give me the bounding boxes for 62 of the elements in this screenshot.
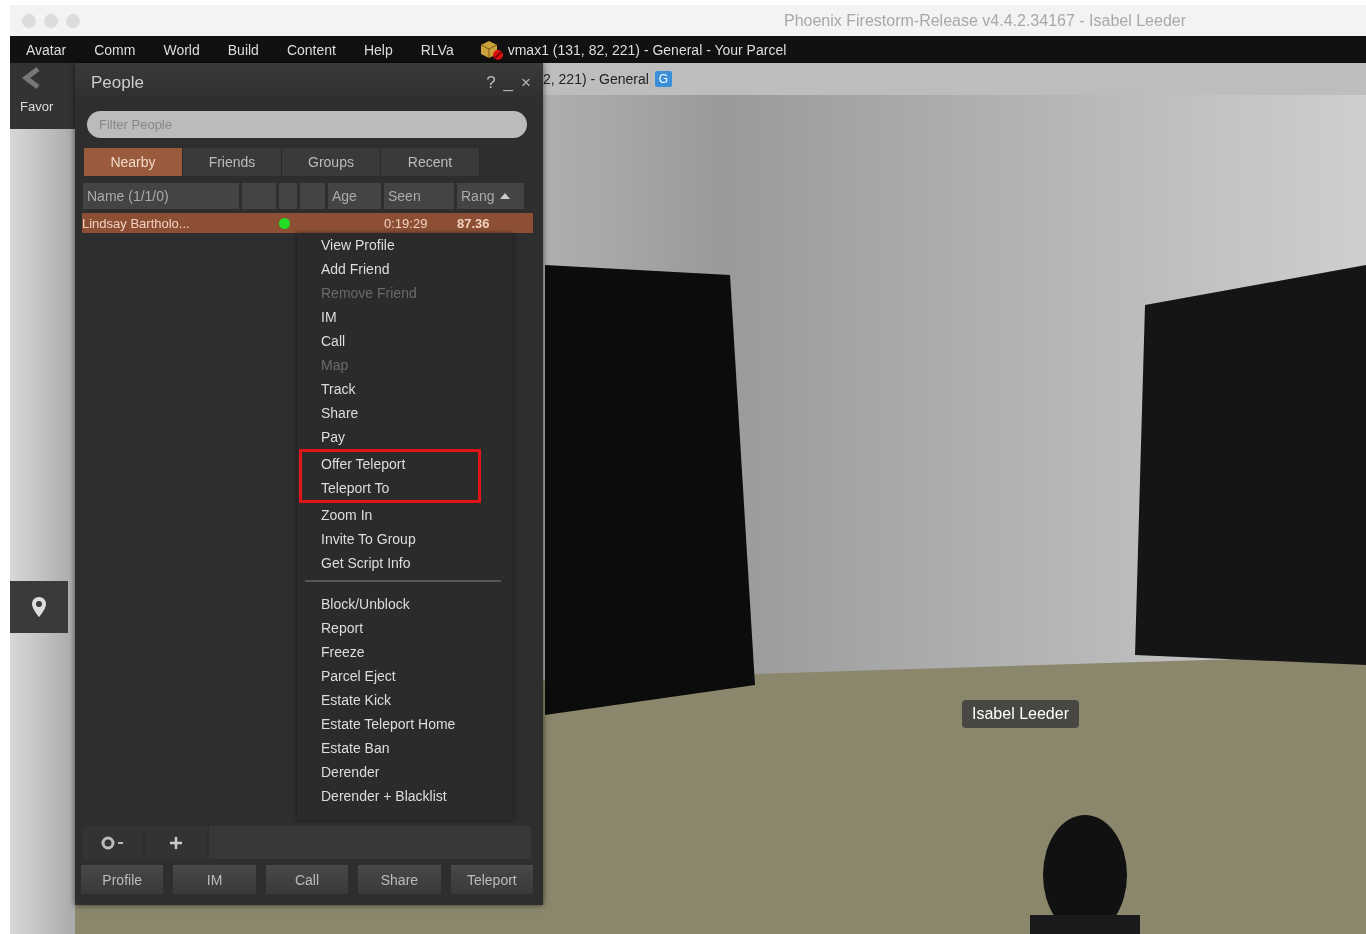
tab[interactable]: Groups bbox=[282, 148, 381, 176]
menu-item[interactable]: Teleport To bbox=[302, 476, 478, 500]
column-header[interactable]: Name (1/1/0) bbox=[83, 183, 239, 209]
menu-item[interactable]: Derender bbox=[297, 760, 513, 784]
location-text[interactable]: 2, 221) - General bbox=[543, 71, 649, 87]
action-button[interactable]: IM bbox=[173, 865, 256, 894]
seen-cell-text: 0:19:29 bbox=[384, 215, 429, 231]
action-button[interactable]: Call bbox=[265, 865, 349, 894]
menu-item[interactable]: Parcel Eject bbox=[297, 664, 513, 688]
menu-item[interactable]: Comm bbox=[90, 41, 149, 58]
list-row[interactable]: Lindsay Bartholo... 0:19:29 87.36 bbox=[82, 213, 533, 233]
menu-item[interactable]: Estate Ban bbox=[297, 736, 513, 760]
menu-item[interactable]: Help bbox=[359, 41, 406, 58]
menu-item[interactable]: Block/Unblock bbox=[297, 592, 513, 616]
menu-item[interactable]: Estate Teleport Home bbox=[297, 712, 513, 736]
location-pin-button[interactable] bbox=[10, 581, 68, 633]
location-text[interactable]: vmax1 (131, 82, 221) - General - Your Parcel bbox=[507, 41, 787, 58]
column-header[interactable]: Seen bbox=[384, 183, 454, 209]
menu-item[interactable]: Track bbox=[297, 377, 513, 401]
menu-item[interactable]: Offer Teleport bbox=[302, 452, 478, 476]
title-button[interactable]: × bbox=[517, 73, 535, 93]
window-title: Phoenix Firestorm-Release v4.4.2.34167 - Isabel Leeder bbox=[784, 12, 1186, 30]
menu-item[interactable]: Build bbox=[223, 41, 272, 58]
menu-item[interactable]: RLVa bbox=[416, 41, 467, 58]
action-button[interactable]: Teleport bbox=[450, 865, 534, 894]
plus-icon[interactable] bbox=[169, 835, 183, 850]
title-button[interactable]: ? bbox=[482, 73, 500, 93]
action-button[interactable]: Profile bbox=[81, 865, 164, 894]
tab[interactable]: Recent bbox=[381, 148, 480, 176]
column-header[interactable]: Age bbox=[328, 183, 381, 209]
menu-item[interactable]: Avatar bbox=[22, 41, 80, 58]
favorites-label[interactable]: Favor bbox=[20, 99, 75, 114]
location-pin-icon[interactable] bbox=[31, 596, 47, 618]
menu-item[interactable]: Freeze bbox=[297, 640, 513, 664]
menu-item[interactable]: Estate Kick bbox=[297, 688, 513, 712]
menu-item[interactable]: Add Friend bbox=[297, 257, 513, 281]
range-cell-text: 87.36 bbox=[457, 215, 491, 231]
menu-item[interactable]: Get Script Info bbox=[297, 551, 513, 575]
menu-item[interactable]: Call bbox=[297, 329, 513, 353]
gear-menu-button[interactable] bbox=[83, 826, 143, 859]
menu-item[interactable]: Invite To Group bbox=[297, 527, 513, 551]
name-cell-text: Lindsay Bartholo... bbox=[82, 215, 191, 231]
menu-item[interactable]: IM bbox=[297, 305, 513, 329]
menu-item[interactable]: Pay bbox=[297, 425, 513, 449]
panel-title: People bbox=[91, 73, 145, 93]
menu-item[interactable]: Share bbox=[297, 401, 513, 425]
tab[interactable]: Nearby bbox=[84, 148, 183, 176]
gear-icon[interactable] bbox=[101, 835, 125, 850]
menu-item[interactable]: Derender + Blacklist bbox=[297, 784, 513, 808]
maturity-badge: G bbox=[654, 71, 673, 87]
add-button[interactable] bbox=[145, 826, 207, 859]
avatar-name-tag: Isabel Leeder bbox=[962, 700, 1079, 728]
column-header[interactable]: Rang bbox=[457, 183, 524, 209]
menu-item[interactable]: World bbox=[159, 41, 213, 58]
menu-item[interactable]: Content bbox=[282, 41, 349, 58]
sort-arrow-icon bbox=[500, 193, 511, 199]
tab[interactable]: Friends bbox=[183, 148, 282, 176]
menu-item[interactable]: View Profile bbox=[297, 233, 513, 257]
action-button[interactable]: Share bbox=[358, 865, 441, 894]
title-button[interactable]: _ bbox=[499, 73, 518, 93]
menu-item[interactable]: Report bbox=[297, 616, 513, 640]
menu-item[interactable]: Zoom In bbox=[297, 503, 513, 527]
